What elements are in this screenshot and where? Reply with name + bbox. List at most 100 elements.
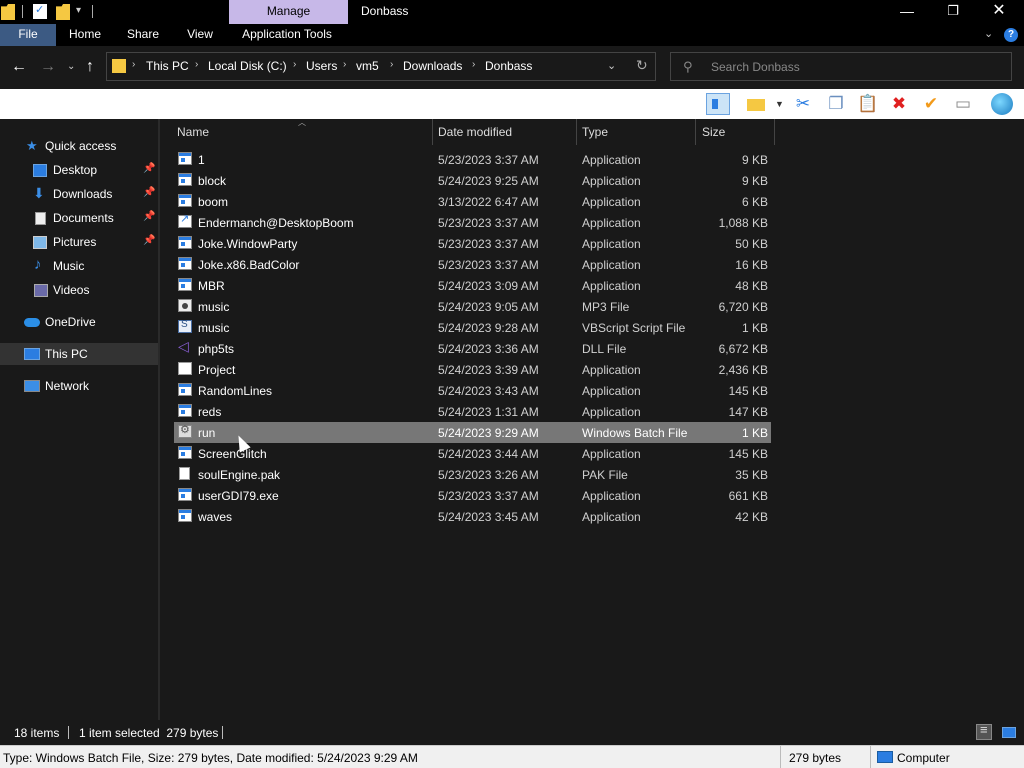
sidebar-item-music[interactable]: ♪ Music — [0, 255, 158, 277]
cut-icon[interactable]: ✂ — [791, 93, 815, 115]
sidebar-item-onedrive[interactable]: OneDrive — [0, 311, 158, 333]
table-row[interactable]: Endermanch@DesktopBoom 5/23/2023 3:37 AM A… — [174, 212, 771, 233]
delete-icon[interactable]: ✖ — [887, 93, 911, 115]
close-button[interactable]: ✕ — [976, 0, 1022, 24]
manage-tab[interactable]: Manage — [229, 0, 348, 24]
chevron-right-icon[interactable]: › — [390, 59, 393, 70]
table-row[interactable]: MBR 5/24/2023 3:09 AM Application 48 KB — [174, 275, 771, 296]
table-row[interactable]: block 5/24/2023 9:25 AM Application 9 KB — [174, 170, 771, 191]
address-bar[interactable]: › This PC › Local Disk (C:) › Users › vm… — [106, 52, 656, 81]
file-name: music — [198, 300, 230, 314]
search-input[interactable]: Search Donbass — [711, 60, 800, 74]
sidebar-item-desktop[interactable]: Desktop 📌 — [0, 159, 158, 181]
sidebar-item-documents[interactable]: Documents 📌 — [0, 207, 158, 229]
file-date: 5/24/2023 3:39 AM — [438, 363, 539, 377]
table-row[interactable]: music 5/24/2023 9:28 AM VBScript Script Fi… — [174, 317, 771, 338]
column-divider[interactable] — [432, 119, 433, 145]
table-row[interactable]: 1 5/23/2023 3:37 AM Application 9 KB — [174, 149, 771, 170]
chevron-right-icon[interactable]: › — [293, 59, 296, 70]
column-header-date[interactable]: Date modified — [438, 125, 512, 139]
table-row[interactable]: soulEngine.pak 5/23/2023 3:26 AM PAK File 3… — [174, 464, 771, 485]
navigation-pane-icon[interactable] — [706, 93, 730, 115]
pin-icon[interactable]: 📌 — [143, 235, 155, 246]
tab-file[interactable]: File — [0, 24, 56, 46]
file-date: 5/24/2023 9:25 AM — [438, 174, 539, 188]
breadcrumb-users[interactable]: Users — [306, 59, 337, 73]
command-toolbar: ▼ ✂ ❐ 📋 ✖ ✔ ▭ — [0, 89, 1024, 119]
chevron-right-icon[interactable]: › — [195, 59, 198, 70]
table-row[interactable]: reds 5/24/2023 1:31 AM Application 147 KB — [174, 401, 771, 422]
properties-icon[interactable] — [33, 3, 47, 19]
new-folder-icon[interactable] — [56, 4, 70, 20]
up-arrow-icon[interactable]: ↑ — [86, 58, 94, 76]
column-divider[interactable] — [695, 119, 696, 145]
table-row[interactable]: RandomLines 5/24/2023 3:43 AM Application 1… — [174, 380, 771, 401]
customize-quick-access-icon[interactable]: ▾ — [76, 5, 81, 16]
column-header-name[interactable]: Name — [177, 125, 209, 139]
rename-icon[interactable]: ▭ — [951, 93, 975, 115]
checkmark-icon[interactable]: ✔ — [919, 93, 943, 115]
table-row[interactable]: waves 5/24/2023 3:45 AM Application 42 KB — [174, 506, 771, 527]
table-row[interactable]: boom 3/13/2022 6:47 AM Application 6 KB — [174, 191, 771, 212]
tab-share[interactable]: Share — [120, 24, 166, 46]
sidebar-item-this-pc[interactable]: This PC — [0, 343, 158, 365]
pin-icon[interactable]: 📌 — [143, 163, 155, 174]
paste-icon[interactable]: 📋 — [856, 93, 880, 115]
chevron-down-icon[interactable]: ⌄ — [984, 27, 993, 40]
sidebar-item-label: Pictures — [53, 235, 97, 249]
refresh-icon[interactable]: ↻ — [636, 57, 648, 74]
column-divider[interactable] — [576, 119, 577, 145]
details-view-icon[interactable] — [976, 722, 992, 740]
sidebar-item-quick-access[interactable]: ★ Quick access — [0, 135, 158, 157]
chevron-right-icon[interactable]: › — [132, 59, 135, 70]
table-row[interactable]: Project 5/24/2023 3:39 AM Application 2,436… — [174, 359, 771, 380]
globe-icon[interactable] — [990, 93, 1014, 115]
file-name: MBR — [198, 279, 225, 293]
breadcrumb-this-pc[interactable]: This PC — [146, 59, 189, 73]
file-name: Endermanch@DesktopBoom — [198, 216, 354, 230]
tab-home[interactable]: Home — [60, 24, 110, 46]
search-box[interactable]: ⚲ Search Donbass — [670, 52, 1012, 81]
sidebar-item-videos[interactable]: Videos — [0, 279, 158, 301]
large-icons-view-icon[interactable] — [1000, 724, 1016, 740]
recent-locations-icon[interactable]: ⌄ — [67, 61, 75, 72]
breadcrumb-vm5[interactable]: vm5 — [356, 59, 379, 73]
chevron-down-icon[interactable]: ▼ — [775, 99, 784, 109]
copy-icon[interactable]: ❐ — [824, 93, 848, 115]
chevron-right-icon[interactable]: › — [472, 59, 475, 70]
maximize-button[interactable]: ❐ — [930, 0, 976, 24]
table-row[interactable]: Joke.x86.BadColor 5/23/2023 3:37 AM Applic… — [174, 254, 771, 275]
sidebar-item-network[interactable]: Network — [0, 375, 158, 397]
forward-arrow-icon[interactable]: → — [40, 58, 56, 76]
breadcrumb-local-disk[interactable]: Local Disk (C:) — [208, 59, 287, 73]
file-date: 3/13/2022 6:47 AM — [438, 195, 539, 209]
pin-icon[interactable]: 📌 — [143, 211, 155, 222]
sidebar-item-downloads[interactable]: ⬇ Downloads 📌 — [0, 183, 158, 205]
table-row[interactable]: ScreenGlitch 5/24/2023 3:44 AM Application… — [174, 443, 771, 464]
column-header-size[interactable]: Size — [702, 125, 725, 139]
chevron-right-icon[interactable]: › — [343, 59, 346, 70]
table-row[interactable]: run 5/24/2023 9:29 AM Windows Batch File 1 … — [174, 422, 771, 443]
chevron-down-icon[interactable]: ⌄ — [607, 59, 616, 72]
help-icon[interactable]: ? — [1004, 28, 1018, 42]
computer-icon — [877, 751, 893, 763]
table-row[interactable]: userGDI79.exe 5/23/2023 3:37 AM Applicatio… — [174, 485, 771, 506]
breadcrumb-downloads[interactable]: Downloads — [403, 59, 462, 73]
new-folder-icon[interactable] — [745, 93, 769, 115]
file-type: Application — [582, 384, 641, 398]
tab-application-tools[interactable]: Application Tools — [233, 24, 341, 46]
sidebar-item-pictures[interactable]: Pictures 📌 — [0, 231, 158, 253]
file-type: Application — [582, 489, 641, 503]
back-arrow-icon[interactable]: ← — [11, 58, 27, 76]
minimize-button[interactable]: — — [884, 0, 930, 24]
table-row[interactable]: php5ts 5/24/2023 3:36 AM DLL File 6,672 KB — [174, 338, 771, 359]
breadcrumb-donbass[interactable]: Donbass — [485, 59, 532, 73]
column-header-type[interactable]: Type — [582, 125, 608, 139]
file-size: 6 KB — [741, 195, 768, 209]
tab-view[interactable]: View — [180, 24, 220, 46]
table-row[interactable]: music 5/24/2023 9:05 AM MP3 File 6,720 KB — [174, 296, 771, 317]
file-type: Application — [582, 174, 641, 188]
column-divider[interactable] — [774, 119, 775, 145]
table-row[interactable]: Joke.WindowParty 5/23/2023 3:37 AM Applica… — [174, 233, 771, 254]
pin-icon[interactable]: 📌 — [143, 187, 155, 198]
